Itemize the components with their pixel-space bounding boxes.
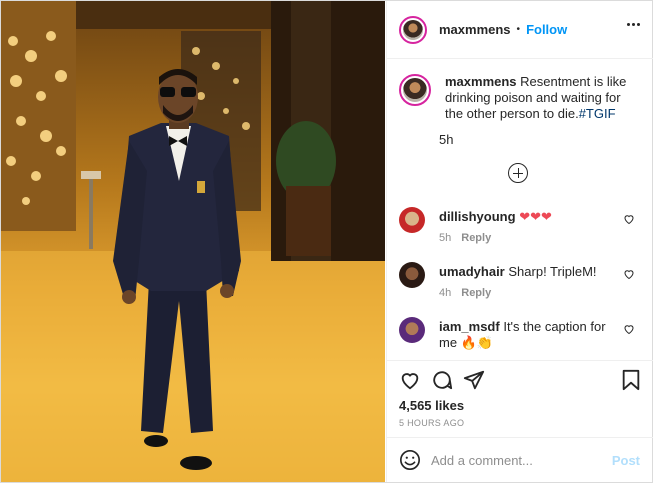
avatar[interactable] — [399, 15, 427, 44]
post-side-panel: maxmmens • Follow maxmmens Resentment is… — [386, 1, 653, 482]
likes-count[interactable]: 4,565 likes — [399, 398, 464, 413]
man-in-suit-photo — [1, 1, 385, 482]
plus-circle-icon[interactable] — [508, 163, 528, 183]
comment-username[interactable]: iam_msdf — [439, 319, 500, 334]
comment-username[interactable]: dillishyoung — [439, 209, 516, 224]
heart-icon[interactable] — [623, 268, 635, 280]
comment-time: 4h — [439, 287, 452, 299]
avatar[interactable] — [399, 262, 425, 288]
post-caption: maxmmens Resentment is like drinking poi… — [399, 74, 649, 122]
heart-icon[interactable] — [623, 323, 635, 335]
username-link[interactable]: maxmmens — [439, 22, 511, 37]
caption-time: 5h — [439, 132, 454, 147]
comment-meta: 4h Reply — [439, 287, 491, 299]
comment-body: dillishyoung ❤❤❤ — [439, 209, 619, 225]
avatar[interactable] — [399, 317, 425, 343]
post-time[interactable]: 5 HOURS AGO — [399, 418, 464, 428]
heart-icon[interactable] — [399, 369, 421, 391]
comment-body: iam_msdf It's the caption for me 🔥👏 — [439, 319, 619, 351]
comment-text: Sharp! TripleM! — [508, 264, 597, 279]
post-header: maxmmens • Follow — [387, 1, 653, 59]
caption-avatar[interactable] — [399, 74, 431, 106]
more-options-icon[interactable] — [627, 23, 640, 26]
post-photo[interactable] — [1, 1, 385, 482]
add-comment-bar: Add a comment... Post — [387, 437, 653, 482]
hashtag-link[interactable]: #TGIF — [579, 106, 616, 121]
comment-icon[interactable] — [431, 369, 453, 391]
follow-button[interactable]: Follow — [526, 22, 567, 37]
post-modal: maxmmens • Follow maxmmens Resentment is… — [0, 0, 653, 483]
reply-button[interactable]: Reply — [461, 287, 491, 299]
emoji-icon[interactable] — [399, 449, 421, 471]
comment-text: ❤❤❤ — [519, 209, 552, 224]
comment-username[interactable]: umadyhair — [439, 264, 505, 279]
comment-time: 5h — [439, 232, 452, 244]
heart-icon[interactable] — [623, 213, 635, 225]
avatar[interactable] — [399, 207, 425, 233]
caption-username[interactable]: maxmmens — [445, 74, 517, 89]
action-bar — [399, 369, 642, 393]
caption-text: maxmmens Resentment is like drinking poi… — [445, 74, 641, 122]
comment-body: umadyhair Sharp! TripleM! — [439, 264, 619, 280]
reply-button[interactable]: Reply — [461, 232, 491, 244]
bookmark-icon[interactable] — [621, 369, 641, 391]
share-icon[interactable] — [463, 369, 485, 391]
comments-section: maxmmens Resentment is like drinking poi… — [387, 60, 653, 361]
post-button[interactable]: Post — [612, 453, 640, 468]
comment-meta: 5h Reply — [439, 232, 491, 244]
separator-dot: • — [516, 24, 521, 35]
comment-input[interactable]: Add a comment... — [431, 453, 533, 468]
